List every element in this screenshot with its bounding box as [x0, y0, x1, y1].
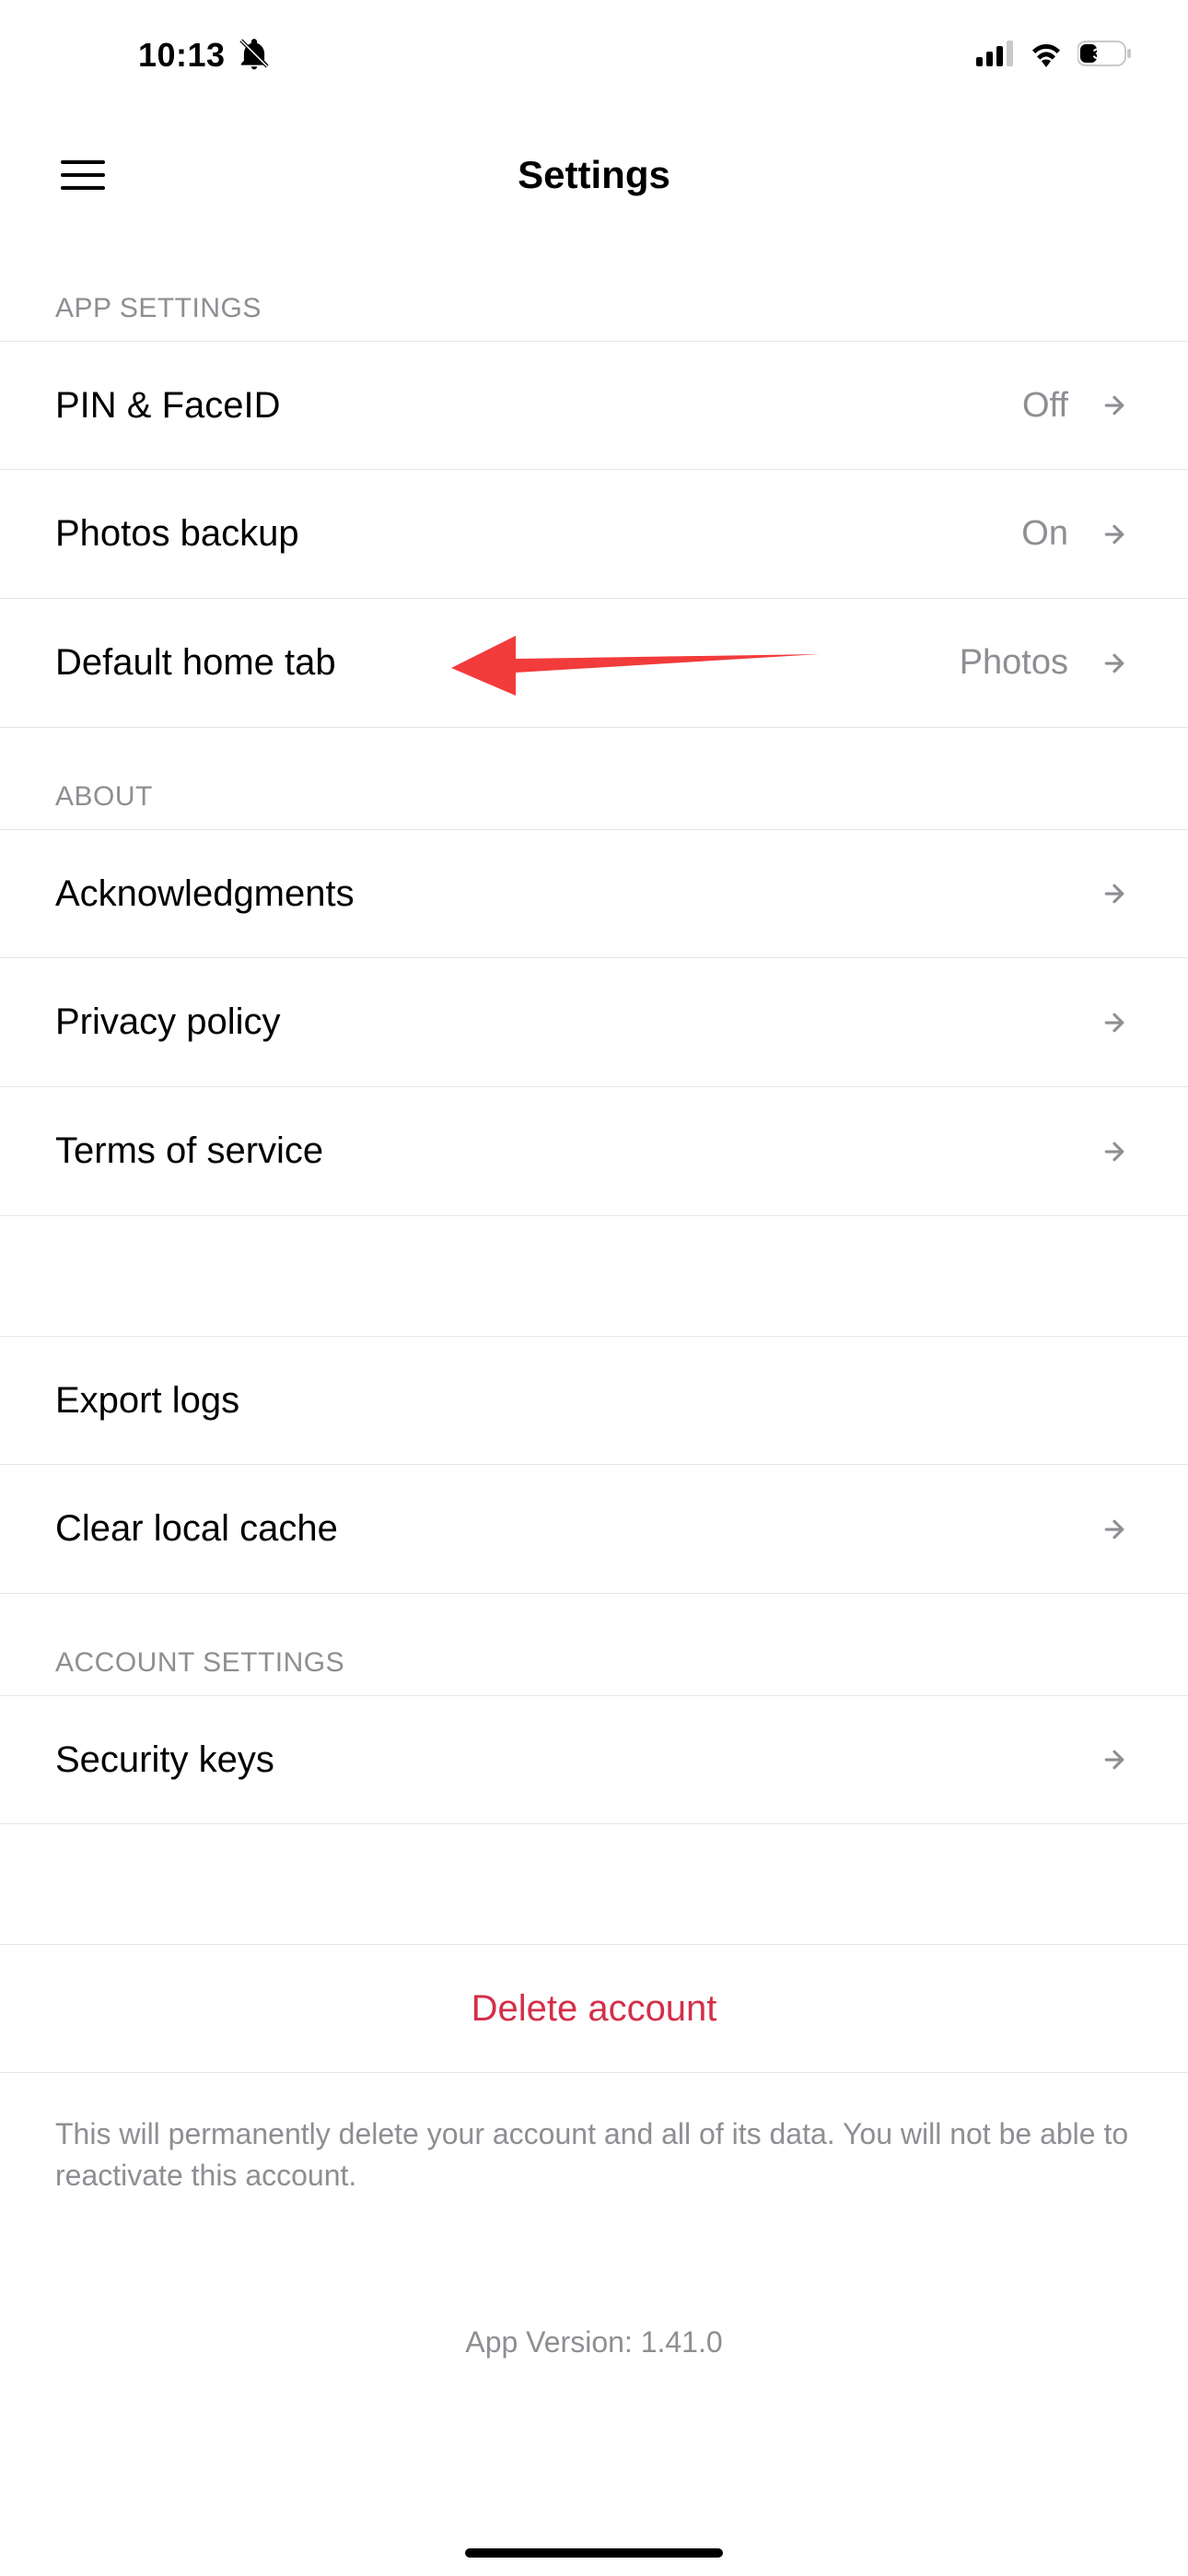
hamburger-icon [61, 158, 105, 192]
hamburger-menu-button[interactable] [55, 147, 111, 203]
row-value: Photos [960, 643, 1068, 683]
row-clear-local-cache[interactable]: Clear local cache [0, 1465, 1188, 1594]
wifi-icon [1028, 40, 1065, 72]
row-value: On [1021, 514, 1068, 554]
delete-account-label: Delete account [472, 1988, 717, 2030]
row-delete-account[interactable]: Delete account [0, 1944, 1188, 2073]
silent-icon [237, 36, 272, 76]
svg-text:35: 35 [1093, 45, 1111, 63]
delete-warning-text: This will permanently delete your accoun… [0, 2073, 1188, 2215]
status-bar: 10:13 [0, 0, 1188, 111]
chevron-right-icon [1096, 1004, 1133, 1041]
section-header-app-settings: APP SETTINGS [0, 240, 1188, 341]
chevron-right-icon [1096, 645, 1133, 682]
row-privacy-policy[interactable]: Privacy policy [0, 958, 1188, 1087]
status-time: 10:13 [138, 36, 226, 75]
page-title: Settings [518, 153, 670, 197]
status-left: 10:13 [138, 36, 272, 76]
row-export-logs[interactable]: Export logs [0, 1336, 1188, 1465]
cellular-signal-icon [976, 41, 1015, 71]
section-header-account-settings: ACCOUNT SETTINGS [0, 1594, 1188, 1695]
row-label: Export logs [55, 1380, 1096, 1422]
row-value: Off [1022, 386, 1068, 426]
spacer [0, 1216, 1188, 1336]
spacer [0, 1824, 1188, 1944]
chevron-right-icon [1096, 875, 1133, 912]
home-indicator[interactable] [465, 2548, 723, 2558]
app-version-text: App Version: 1.41.0 [0, 2325, 1188, 2359]
row-terms-of-service[interactable]: Terms of service [0, 1087, 1188, 1216]
chevron-right-icon [1096, 1741, 1133, 1778]
row-label: Privacy policy [55, 1001, 1096, 1043]
row-label: Photos backup [55, 513, 1021, 555]
row-label: Acknowledgments [55, 873, 1096, 915]
row-label: PIN & FaceID [55, 385, 1022, 427]
chevron-right-icon [1096, 1511, 1133, 1548]
chevron-right-icon [1096, 516, 1133, 553]
nav-bar: Settings [0, 111, 1188, 240]
row-label: Security keys [55, 1739, 1096, 1781]
row-label: Default home tab [55, 642, 960, 684]
status-right: 35 [976, 40, 1133, 72]
row-default-home-tab[interactable]: Default home tab Photos [0, 599, 1188, 728]
row-acknowledgments[interactable]: Acknowledgments [0, 829, 1188, 958]
row-label: Terms of service [55, 1130, 1096, 1172]
section-header-about: ABOUT [0, 728, 1188, 829]
row-pin-faceid[interactable]: PIN & FaceID Off [0, 341, 1188, 470]
row-label: Clear local cache [55, 1508, 1096, 1550]
row-photos-backup[interactable]: Photos backup On [0, 470, 1188, 599]
chevron-right-icon [1096, 1133, 1133, 1170]
battery-icon: 35 [1077, 40, 1133, 72]
row-security-keys[interactable]: Security keys [0, 1695, 1188, 1824]
chevron-right-icon [1096, 387, 1133, 424]
